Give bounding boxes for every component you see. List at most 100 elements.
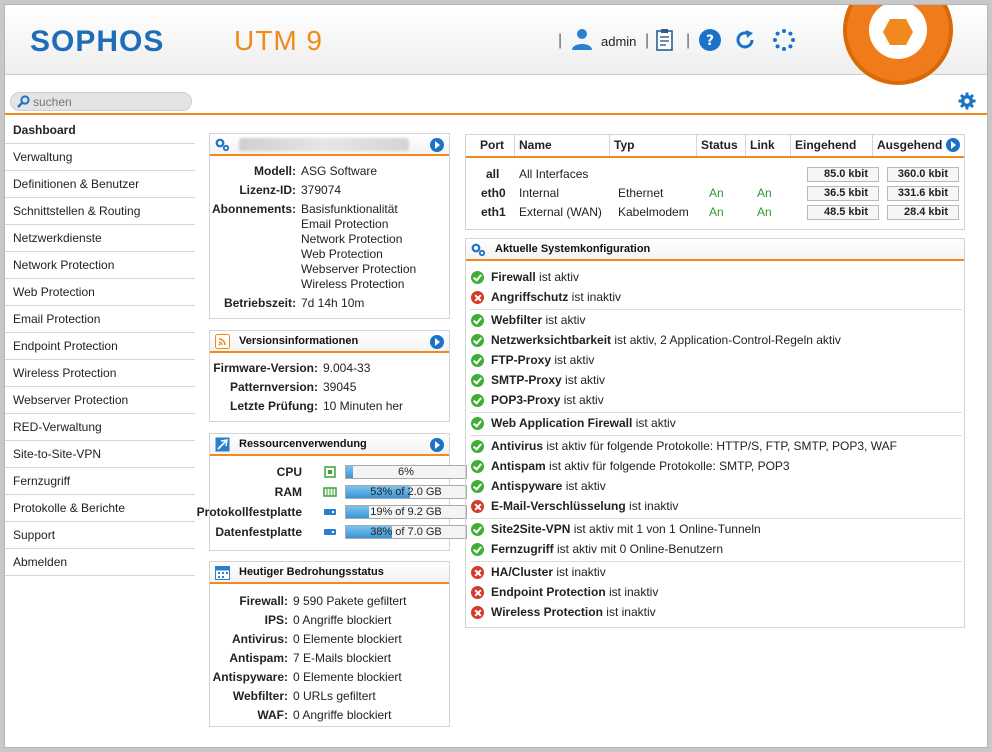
config-item-name[interactable]: Angriffschutz <box>491 290 568 304</box>
config-item-name[interactable]: Antispyware <box>491 479 562 493</box>
name-cell: Internal <box>519 186 560 200</box>
subscription-item: Wireless Protection <box>301 277 405 291</box>
threat-value: 9 590 Pakete gefiltert <box>293 594 407 608</box>
incoming-value: 85.0 kbit <box>807 167 879 182</box>
ram-icon <box>323 487 337 497</box>
sidebar-item-webserver-protection[interactable]: Webserver Protection <box>5 387 195 414</box>
config-item-status: ist aktiv <box>562 479 606 493</box>
config-item: Endpoint Protection ist inaktiv <box>470 582 962 602</box>
check-icon <box>471 440 484 453</box>
error-icon <box>471 566 484 579</box>
column-header[interactable]: Eingehend <box>791 135 873 156</box>
sidebar-item-netzwerkdienste[interactable]: Netzwerkdienste <box>5 225 195 252</box>
clipboard-icon[interactable] <box>653 28 677 52</box>
config-item-status: ist aktiv für folgende Protokolle: HTTP/… <box>543 439 897 453</box>
resource-bar: 53% of 2.0 GB <box>345 485 467 499</box>
subscription-item: Email Protection <box>301 217 389 231</box>
sidebar-item-endpoint-protection[interactable]: Endpoint Protection <box>5 333 195 360</box>
column-header[interactable]: Link <box>746 135 791 156</box>
config-item-name[interactable]: HA/Cluster <box>491 565 553 579</box>
sidebar-item-schnittstellen[interactable]: Schnittstellen & Routing <box>5 198 195 225</box>
config-item-name[interactable]: Fernzugriff <box>491 542 554 556</box>
link-cell: An <box>757 186 772 200</box>
subscription-item: Web Protection <box>301 247 383 261</box>
port-cell: eth0 <box>481 186 506 200</box>
config-item-name[interactable]: Webfilter <box>491 313 542 327</box>
config-item-name[interactable]: Antivirus <box>491 439 543 453</box>
config-item-name[interactable]: Endpoint Protection <box>491 585 606 599</box>
config-item-name[interactable]: SMTP-Proxy <box>491 373 562 387</box>
config-item-name[interactable]: Web Application Firewall <box>491 416 632 430</box>
sidebar-item-red-verwaltung[interactable]: RED-Verwaltung <box>5 414 195 441</box>
interfaces-table: Port Name Typ Status Link Eingehend Ausg… <box>465 134 965 230</box>
sidebar-item-support[interactable]: Support <box>5 522 195 549</box>
subscription-item: Webserver Protection <box>301 262 417 276</box>
sidebar-item-abmelden[interactable]: Abmelden <box>5 549 195 576</box>
chevron-right-icon[interactable] <box>430 138 444 152</box>
threat-status-panel: Heutiger Bedrohungsstatus Firewall: 9 59… <box>209 561 450 727</box>
last-check-label: Letzte Prüfung: <box>230 399 318 413</box>
help-icon[interactable]: ? <box>698 28 722 52</box>
sidebar-item-verwaltung[interactable]: Verwaltung <box>5 144 195 171</box>
sidebar-item-fernzugriff[interactable]: Fernzugriff <box>5 468 195 495</box>
config-item: Wireless Protection ist inaktiv <box>470 602 962 622</box>
check-icon <box>471 354 484 367</box>
config-item-name[interactable]: Netzwerksichtbarkeit <box>491 333 611 347</box>
gear-icon[interactable] <box>958 92 976 110</box>
sidebar-item-web-protection[interactable]: Web Protection <box>5 279 195 306</box>
status-cell: An <box>709 205 724 219</box>
check-icon <box>471 271 484 284</box>
config-item-name[interactable]: Site2Site-VPN <box>491 522 570 536</box>
resource-row-data-disk: Datenfestplatte 38% of 7.0 GB <box>210 523 467 541</box>
config-item: POP3-Proxy ist aktiv <box>470 390 962 410</box>
cpu-icon <box>324 466 336 478</box>
config-item-text: Wireless Protection ist inaktiv <box>491 602 656 622</box>
column-header[interactable]: Port <box>466 135 515 156</box>
config-item-text: Antivirus ist aktiv für folgende Protoko… <box>491 436 897 456</box>
config-item-name[interactable]: POP3-Proxy <box>491 393 560 407</box>
config-item-status: ist aktiv <box>551 353 595 367</box>
sidebar-item-network-protection[interactable]: Network Protection <box>5 252 195 279</box>
search-box <box>10 92 192 111</box>
sidebar-item-email-protection[interactable]: Email Protection <box>5 306 195 333</box>
search-input[interactable] <box>33 94 183 109</box>
config-item: Antivirus ist aktiv für folgende Protoko… <box>470 436 962 456</box>
uptime-label: Betriebszeit: <box>223 296 296 310</box>
sidebar-item-definitionen[interactable]: Definitionen & Benutzer <box>5 171 195 198</box>
config-item-text: Antispyware ist aktiv <box>491 476 606 496</box>
sidebar-item-wireless-protection[interactable]: Wireless Protection <box>5 360 195 387</box>
chevron-right-icon[interactable] <box>430 438 444 452</box>
chevron-right-icon[interactable] <box>946 138 960 152</box>
sidebar-item-dashboard[interactable]: Dashboard <box>5 117 195 144</box>
column-header[interactable]: Name <box>515 135 610 156</box>
username-link[interactable]: admin <box>601 34 636 49</box>
config-item-text: Fernzugriff ist aktiv mit 0 Online-Benut… <box>491 539 723 559</box>
check-icon <box>471 460 484 473</box>
config-item-status: ist inaktiv <box>605 585 659 599</box>
config-item-name[interactable]: Wireless Protection <box>491 605 603 619</box>
config-item: Antispam ist aktiv für folgende Protokol… <box>470 456 962 476</box>
config-item-name[interactable]: Antispam <box>491 459 546 473</box>
resource-bar: 6% <box>345 465 467 479</box>
sidebar-item-site-to-site-vpn[interactable]: Site-to-Site-VPN <box>5 441 195 468</box>
column-header[interactable]: Status <box>697 135 746 156</box>
resource-label: CPU <box>276 465 302 479</box>
user-icon[interactable] <box>570 27 594 51</box>
config-item-name[interactable]: FTP-Proxy <box>491 353 551 367</box>
config-item-status: ist aktiv mit 1 von 1 Online-Tunneln <box>570 522 761 536</box>
sidebar-item-protokolle[interactable]: Protokolle & Berichte <box>5 495 195 522</box>
panel-title: Ressourcenverwendung <box>239 438 367 450</box>
config-item-name[interactable]: Firewall <box>491 270 536 284</box>
app-window: SOPHOS UTM 9 | admin | | ? suchen Dashbo… <box>4 4 988 748</box>
toolbar <box>5 89 987 115</box>
spinner-icon[interactable] <box>772 28 796 52</box>
panel-title: Aktuelle Systemkonfiguration <box>495 243 651 255</box>
config-item-name[interactable]: E-Mail-Verschlüsselung <box>491 499 626 513</box>
check-icon <box>471 417 484 430</box>
column-header[interactable]: Typ <box>610 135 697 156</box>
license-value: 379074 <box>301 183 342 197</box>
reload-icon[interactable] <box>733 28 757 52</box>
threat-label: Firewall: <box>239 594 288 608</box>
config-item-status: ist aktiv <box>632 416 676 430</box>
chevron-right-icon[interactable] <box>430 335 444 349</box>
